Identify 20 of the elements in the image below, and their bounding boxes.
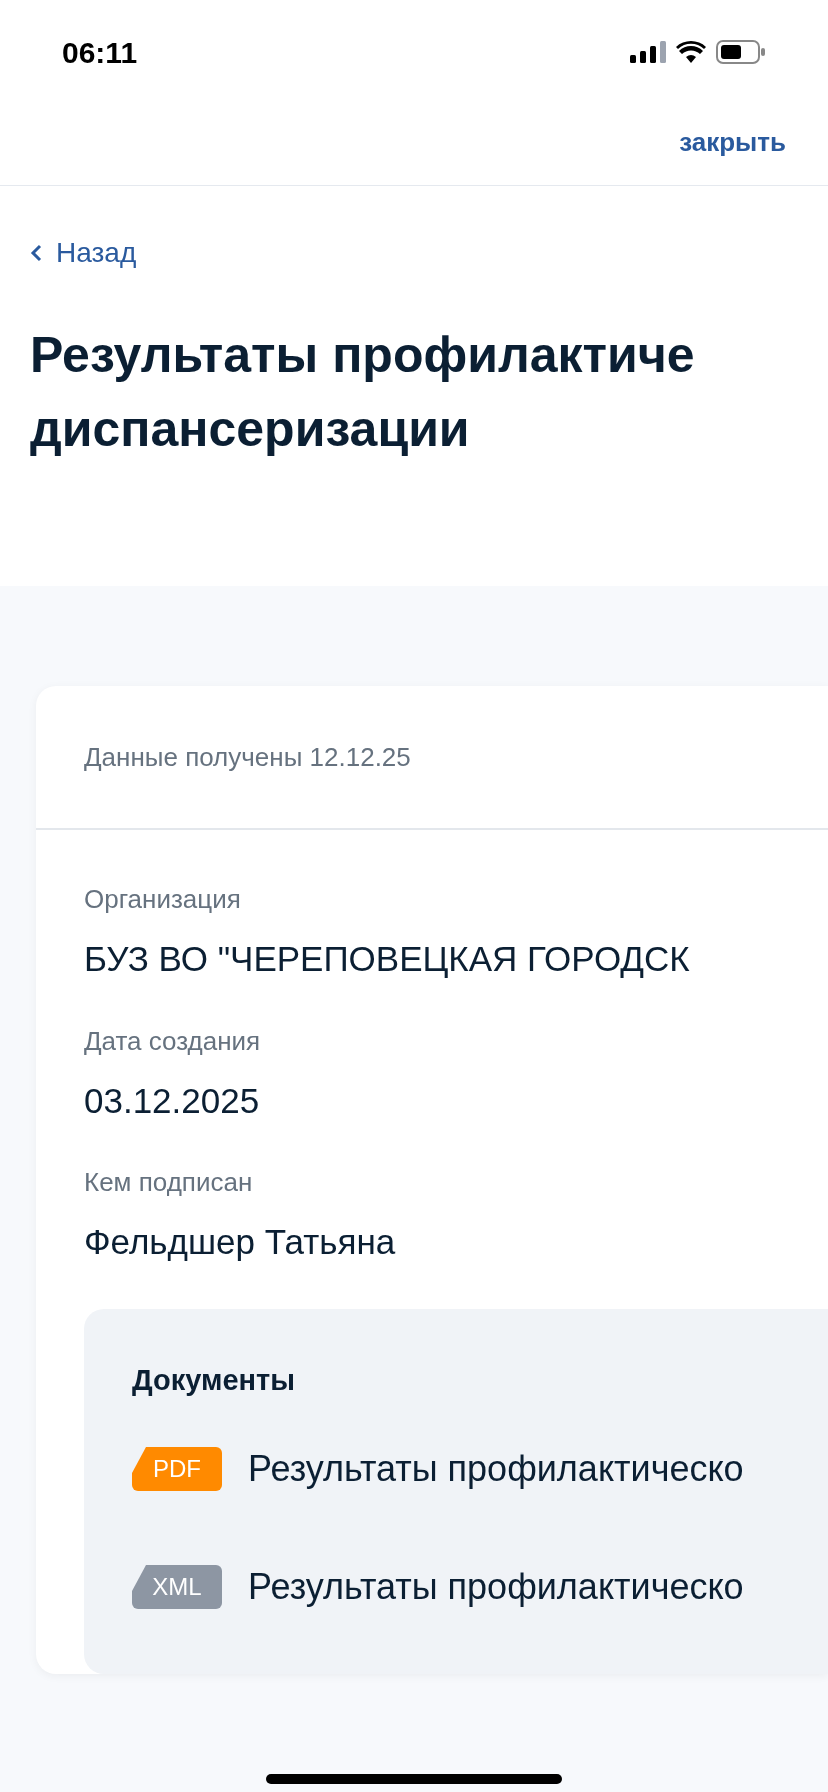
document-link[interactable]: Результаты профилактическо	[248, 1560, 744, 1614]
field-label: Кем подписан	[84, 1166, 254, 1199]
field-value: 03.12.2025	[84, 1079, 261, 1122]
field-label: Дата создания	[84, 1024, 262, 1058]
wifi-icon	[676, 41, 706, 63]
chevron-left-icon	[30, 244, 42, 262]
signal-icon	[630, 41, 666, 63]
status-time: 06:11	[62, 34, 138, 71]
back-link[interactable]: Назад	[30, 232, 137, 274]
field-label: Организация	[84, 883, 242, 916]
file-type-badge: XML	[132, 1565, 222, 1609]
battery-icon	[716, 40, 766, 64]
file-type-badge: PDF	[132, 1447, 222, 1491]
documents-title: Документы	[132, 1362, 297, 1398]
page-title: Результаты профилактиче диспансеризации	[30, 326, 696, 459]
received-date: Данные получены 12.12.25	[84, 740, 411, 774]
field-value: БУЗ ВО "ЧЕРЕПОВЕЦКАЯ ГОРОДСК	[84, 938, 691, 980]
document-link[interactable]: Результаты профилактическо	[248, 1442, 744, 1496]
field-value: Фельдшер Татьяна	[84, 1221, 397, 1263]
close-button[interactable]: закрыть	[679, 123, 786, 162]
